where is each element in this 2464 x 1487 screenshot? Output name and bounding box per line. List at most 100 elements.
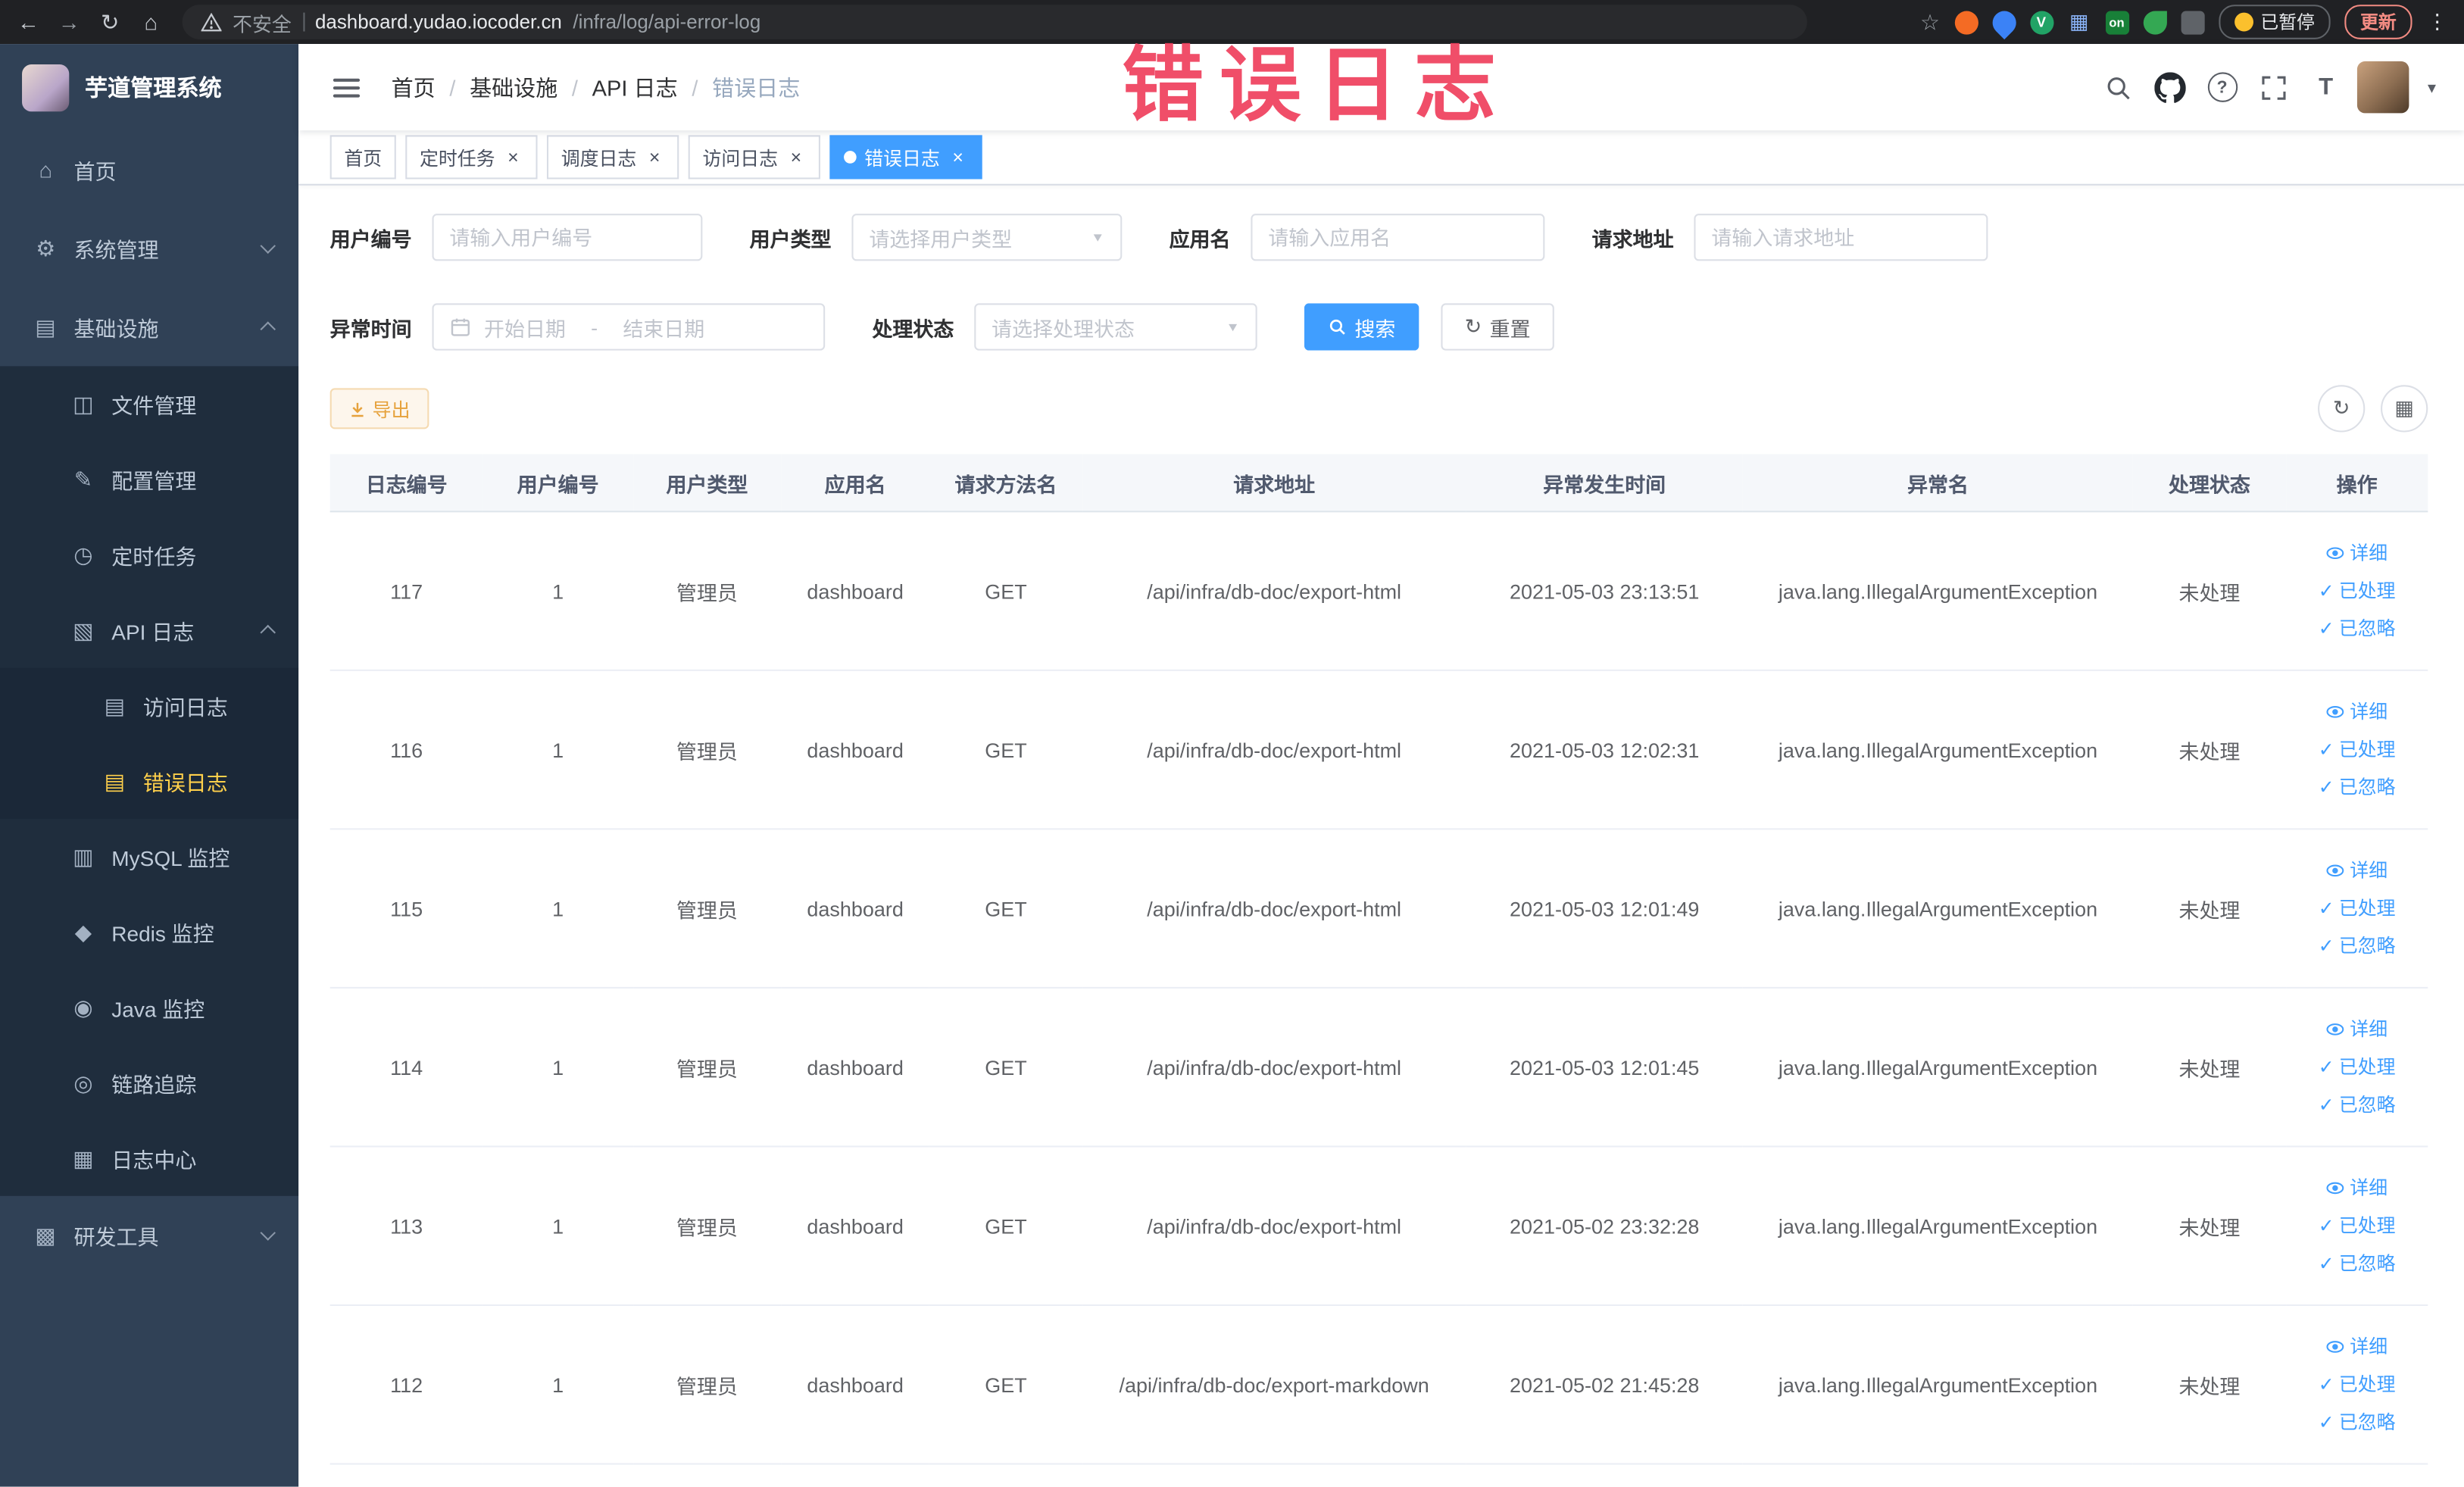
sidebar-item-apilog[interactable]: ▧ API 日志 — [0, 592, 298, 668]
tab-job-log[interactable]: 调度日志 × — [547, 135, 679, 180]
ignored-link[interactable]: ✓ 已忽略 — [2319, 611, 2396, 646]
app-logo[interactable]: 芋道管理系统 — [0, 44, 298, 130]
cell-user-type: 管理员 — [632, 987, 782, 1148]
tab-label: 定时任务 — [419, 146, 495, 170]
sidebar-item-accesslog[interactable]: ▤ 访问日志 — [0, 667, 299, 744]
help-icon[interactable]: ? — [2202, 67, 2243, 108]
url-bar[interactable]: 不安全 dashboard.yudao.iocoder.cn/infra/log… — [182, 5, 1807, 39]
cell-time: 2021-05-02 23:32:28 — [1466, 1146, 1744, 1307]
sidebar-item-job[interactable]: ◷ 定时任务 — [0, 517, 298, 593]
avatar-caret-icon[interactable]: ▼ — [2425, 80, 2439, 95]
ignored-link[interactable]: ✓ 已忽略 — [2319, 1405, 2396, 1440]
extension-on-badge[interactable]: on — [2104, 10, 2129, 34]
detail-link[interactable]: 详细 — [2326, 1171, 2387, 1206]
security-label[interactable]: 不安全 — [233, 7, 292, 36]
extension-grid-icon[interactable]: ▦ — [2067, 9, 2091, 33]
tab-home[interactable]: 首页 — [329, 135, 396, 180]
close-icon[interactable]: × — [948, 146, 968, 168]
paused-pill[interactable]: 已暂停 — [2218, 5, 2331, 39]
processed-link[interactable]: ✓ 已处理 — [2319, 1050, 2396, 1085]
download-icon — [351, 401, 364, 417]
update-button[interactable]: 更新 — [2344, 5, 2412, 39]
sidebar-item-home[interactable]: ⌂ 首页 — [0, 130, 298, 209]
tab-job[interactable]: 定时任务 × — [405, 135, 538, 180]
close-icon[interactable]: × — [645, 146, 665, 168]
breadcrumb-item[interactable]: API 日志 — [592, 71, 678, 102]
hamburger-icon[interactable] — [327, 71, 367, 102]
sidebar-item-java[interactable]: ◉ Java 监控 — [0, 970, 298, 1045]
tab-label: 错误日志 — [864, 146, 940, 170]
extension-leaf-icon[interactable] — [2142, 10, 2166, 34]
cell-status: 未处理 — [2132, 1304, 2287, 1465]
search-button[interactable]: 搜索 — [1304, 303, 1419, 351]
app-name-input[interactable] — [1251, 214, 1545, 261]
eye-icon — [2327, 864, 2345, 877]
close-icon[interactable]: × — [503, 146, 523, 168]
ignored-link[interactable]: ✓ 已忽略 — [2319, 1246, 2396, 1281]
ignored-link[interactable]: ✓ 已忽略 — [2319, 770, 2396, 805]
sidebar-item-config[interactable]: ✎ 配置管理 — [0, 442, 298, 517]
cell-user-id: 1 — [482, 670, 633, 830]
sidebar-item-devtools[interactable]: ▩ 研发工具 — [0, 1196, 298, 1275]
browser-home-icon[interactable]: ⌂ — [132, 3, 170, 41]
sidebar-job-label: 定时任务 — [111, 545, 197, 570]
extension-drop-icon[interactable] — [1987, 5, 2021, 39]
detail-link[interactable]: 详细 — [2326, 1329, 2387, 1364]
breadcrumb-item[interactable]: 首页 — [392, 71, 436, 102]
detail-label: 详细 — [2350, 1176, 2388, 1199]
request-url-input[interactable] — [1694, 214, 1988, 261]
search-icon[interactable] — [2098, 67, 2139, 108]
date-range-picker[interactable]: 开始日期 - 结束日期 — [432, 303, 826, 351]
back-icon[interactable]: ← — [9, 3, 47, 41]
fullscreen-icon[interactable] — [2253, 67, 2294, 108]
sidebar-item-trace[interactable]: ◎ 链路追踪 — [0, 1045, 298, 1121]
bookmark-star-icon[interactable]: ☆ — [1920, 8, 1940, 35]
browser-menu-icon[interactable]: ⋮ — [2426, 9, 2448, 34]
sidebar-redis-label: Redis 监控 — [111, 922, 214, 946]
sidebar-item-file[interactable]: ◫ 文件管理 — [0, 366, 298, 442]
processed-link[interactable]: ✓ 已处理 — [2319, 573, 2396, 608]
sidebar-item-system[interactable]: ⚙ 系统管理 — [0, 209, 298, 288]
avatar[interactable] — [2357, 61, 2409, 114]
reload-icon[interactable]: ↻ — [91, 3, 129, 41]
cell-exception: java.lang.IllegalArgumentException — [1743, 1146, 2133, 1307]
detail-link[interactable]: 详细 — [2326, 854, 2387, 889]
tab-error-log[interactable]: 错误日志 × — [829, 135, 982, 180]
chevron-down-icon — [260, 1225, 276, 1241]
detail-link[interactable]: 详细 — [2326, 1012, 2387, 1047]
ignored-link[interactable]: ✓ 已忽略 — [2319, 929, 2396, 964]
cell-app: dashboard — [781, 829, 929, 989]
font-size-icon[interactable]: T — [2306, 67, 2347, 108]
export-button[interactable]: 导出 — [329, 388, 429, 430]
github-icon[interactable] — [2150, 67, 2191, 108]
cell-user-id: 1 — [482, 511, 633, 671]
detail-link[interactable]: 详细 — [2326, 536, 2387, 570]
sidebar-item-redis[interactable]: ◆ Redis 监控 — [0, 894, 298, 970]
tab-access-log[interactable]: 访问日志 × — [688, 135, 821, 180]
process-status-select[interactable]: 请选择处理状态 ▼ — [974, 303, 1257, 351]
detail-link[interactable]: 详细 — [2326, 695, 2387, 729]
sidebar-item-mysql[interactable]: ▥ MySQL 监控 — [0, 819, 298, 895]
refresh-table-button[interactable]: ↻ — [2318, 385, 2366, 433]
user-type-select[interactable]: 请选择用户类型 ▼ — [851, 214, 1123, 261]
processed-link[interactable]: ✓ 已处理 — [2319, 891, 2396, 926]
extensions-puzzle-icon[interactable] — [2180, 10, 2204, 34]
user-id-input[interactable] — [432, 214, 703, 261]
sidebar-item-logcenter[interactable]: ▦ 日志中心 — [0, 1120, 298, 1196]
processed-link[interactable]: ✓ 已处理 — [2319, 1367, 2396, 1402]
breadcrumb-separator: / — [571, 74, 579, 100]
breadcrumb-item[interactable]: 基础设施 — [470, 71, 557, 102]
sidebar-item-errorlog[interactable]: ▤ 错误日志 — [0, 743, 299, 819]
close-icon[interactable]: × — [785, 146, 806, 168]
processed-link[interactable]: ✓ 已处理 — [2319, 1208, 2396, 1243]
forward-icon[interactable]: → — [50, 3, 88, 41]
table-row: 114 1 管理员 dashboard GET /api/infra/db-do… — [329, 987, 2428, 1148]
processed-link[interactable]: ✓ 已处理 — [2319, 733, 2396, 767]
extension-adblock-icon[interactable] — [1953, 10, 1978, 34]
column-settings-button[interactable]: ▦ — [2381, 385, 2428, 433]
reset-button[interactable]: ↻ 重置 — [1441, 303, 1554, 351]
breadcrumb-separator: / — [692, 74, 698, 100]
extension-v-icon[interactable]: V — [2029, 10, 2053, 34]
ignored-link[interactable]: ✓ 已忽略 — [2319, 1088, 2396, 1123]
sidebar-item-infra[interactable]: ▤ 基础设施 — [0, 288, 298, 367]
